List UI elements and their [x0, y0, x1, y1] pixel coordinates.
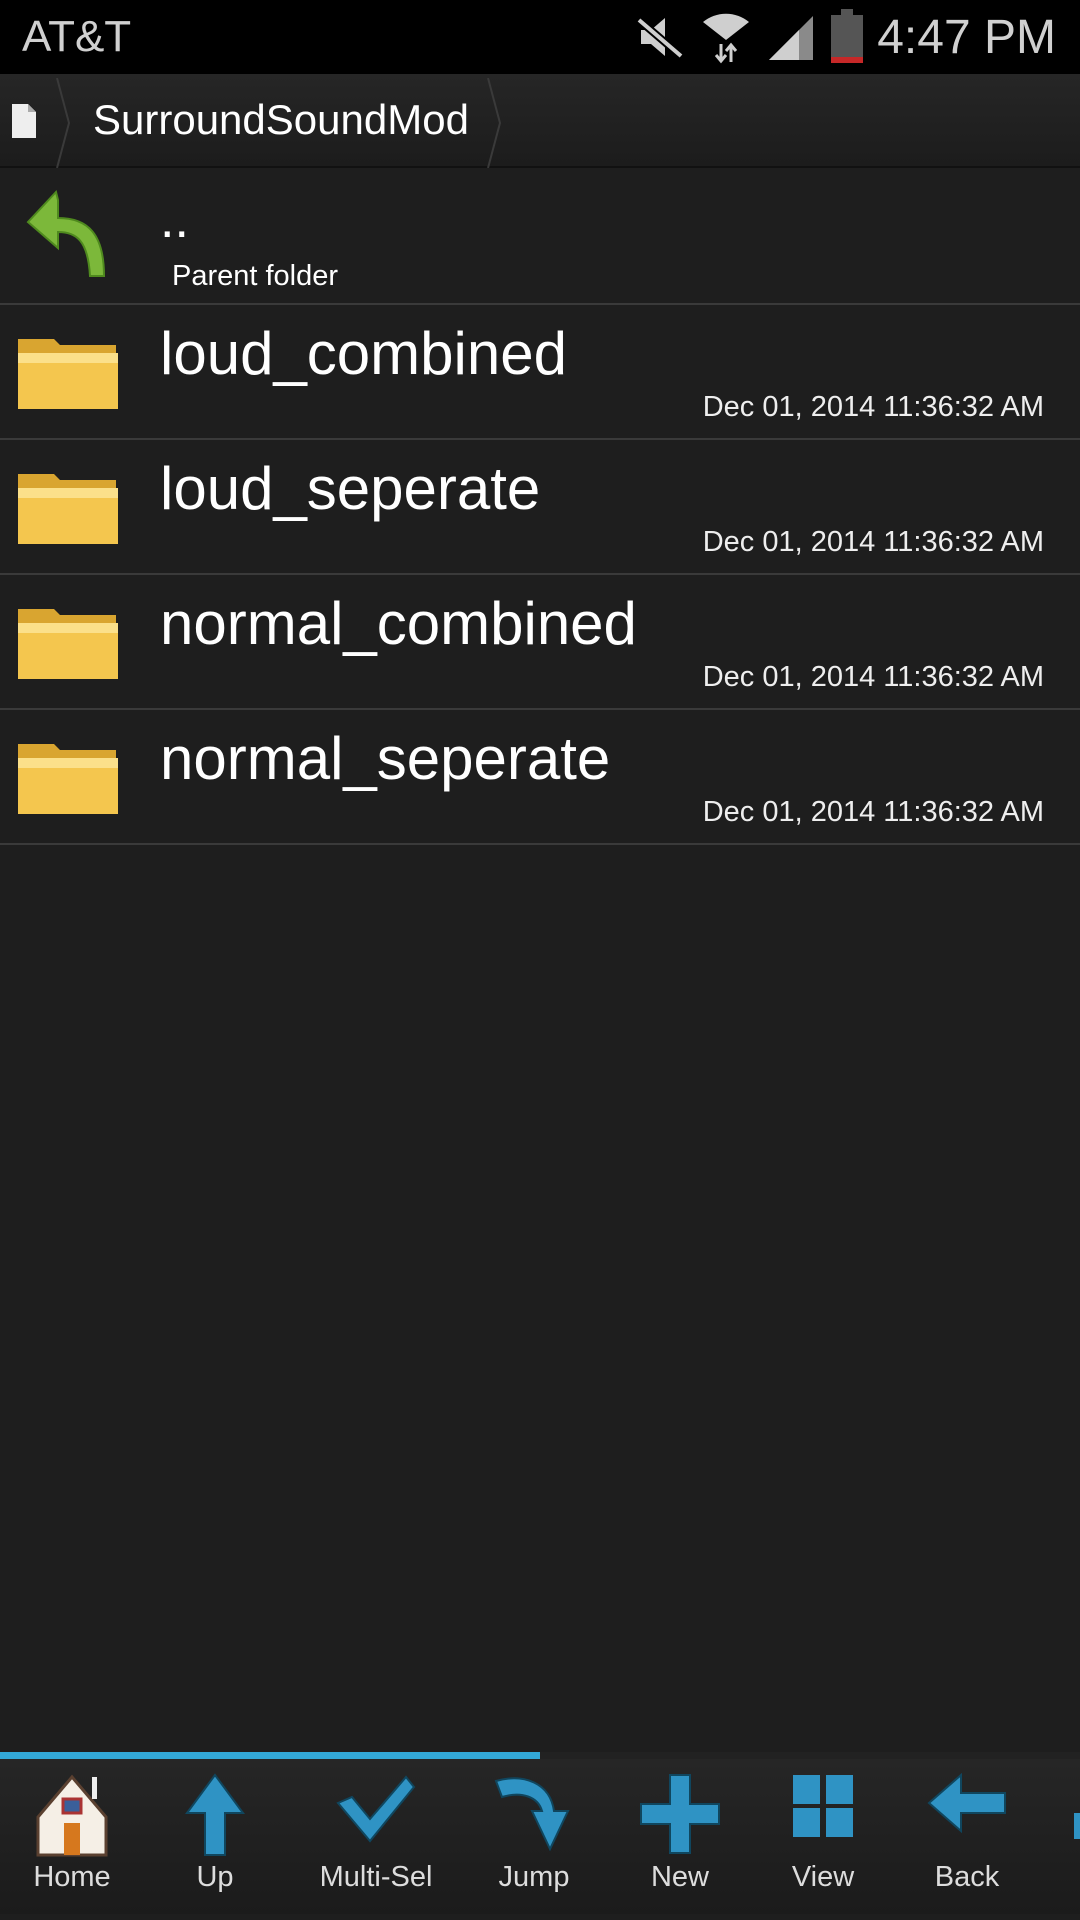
- view-button[interactable]: View: [758, 1759, 888, 1914]
- folder-name: loud_combined: [160, 320, 567, 387]
- folder-name: normal_seperate: [160, 725, 611, 792]
- home-button[interactable]: Home: [7, 1759, 137, 1914]
- grid-view-icon: [793, 1775, 853, 1837]
- file-icon[interactable]: [10, 102, 38, 140]
- breadcrumb-item[interactable]: SurroundSoundMod: [93, 96, 469, 144]
- signal-icon: [769, 16, 813, 60]
- checkmark-icon: [336, 1775, 416, 1843]
- folder-name: normal_combined: [160, 590, 637, 657]
- folder-row[interactable]: normal_seperate Dec 01, 2014 11:36:32 AM: [0, 710, 1080, 845]
- up-button[interactable]: Up: [150, 1759, 280, 1914]
- back-button[interactable]: Back: [902, 1759, 1032, 1914]
- folder-date: Dec 01, 2014 11:36:32 AM: [702, 796, 1044, 828]
- folder-icon: [16, 466, 120, 551]
- folder-icon: [16, 331, 120, 416]
- toolbar-overflow-button[interactable]: [1074, 1813, 1080, 1839]
- multi-select-button[interactable]: Multi-Sel: [311, 1759, 441, 1914]
- folder-date: Dec 01, 2014 11:36:32 AM: [702, 526, 1044, 558]
- status-bar: AT&T 4:47 PM: [0, 0, 1080, 74]
- folder-icon: [16, 601, 120, 686]
- jump-arrow-icon: [494, 1777, 570, 1852]
- folder-row[interactable]: loud_seperate Dec 01, 2014 11:36:32 AM: [0, 440, 1080, 575]
- plus-icon: [640, 1774, 720, 1854]
- parent-folder-row[interactable]: .. Parent folder: [0, 168, 1080, 305]
- breadcrumb: SurroundSoundMod: [0, 74, 1080, 168]
- new-button[interactable]: New: [615, 1759, 745, 1914]
- home-icon: [36, 1774, 108, 1857]
- bottom-toolbar: Home Up Multi-Sel Jump New View Back: [0, 1759, 1080, 1914]
- folder-icon: [16, 736, 120, 821]
- arrow-up-icon: [185, 1773, 245, 1856]
- folder-row[interactable]: normal_combined Dec 01, 2014 11:36:32 AM: [0, 575, 1080, 710]
- folder-date: Dec 01, 2014 11:36:32 AM: [702, 661, 1044, 693]
- folder-row[interactable]: loud_combined Dec 01, 2014 11:36:32 AM: [0, 305, 1080, 440]
- clock: 4:47 PM: [877, 11, 1056, 64]
- folder-name: loud_seperate: [160, 455, 541, 522]
- parent-name: ..: [160, 191, 189, 249]
- wifi-icon: [703, 13, 749, 64]
- parent-label: Parent folder: [172, 260, 339, 292]
- folder-date: Dec 01, 2014 11:36:32 AM: [702, 391, 1044, 423]
- parent-arrow-icon: [26, 190, 106, 277]
- arrow-left-icon: [927, 1773, 1006, 1833]
- jump-button[interactable]: Jump: [469, 1759, 599, 1914]
- scroll-progress: [0, 1752, 1080, 1759]
- mute-icon: [636, 16, 684, 60]
- carrier: AT&T: [22, 12, 132, 61]
- battery-low-icon: [831, 9, 863, 63]
